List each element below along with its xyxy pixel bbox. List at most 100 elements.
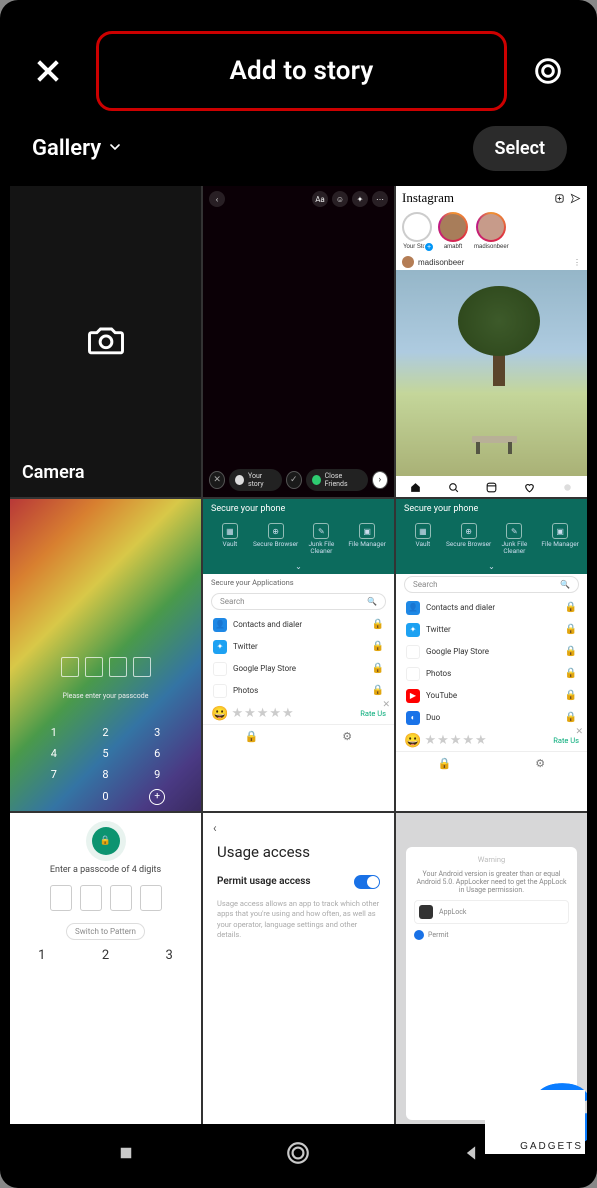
chevron-down-icon bbox=[107, 136, 123, 161]
lock-icon: 🔒 bbox=[92, 827, 120, 855]
sticker-icon: ☺ bbox=[332, 191, 348, 207]
thumbnail-story-editor[interactable]: ‹ Aa ☺ ✦ ⋯ ✕ Your story ✓ Close Friends … bbox=[203, 186, 394, 497]
nav-home-button[interactable] bbox=[275, 1130, 321, 1176]
close-icon: ✕ bbox=[575, 727, 583, 737]
lock-icon: 🔒 bbox=[565, 690, 577, 701]
lock-icon: 🔒 bbox=[565, 624, 577, 635]
post-username: madisonbeer bbox=[418, 258, 464, 267]
gear-icon bbox=[532, 55, 564, 87]
switch-pattern-button: Switch to Pattern bbox=[66, 923, 145, 940]
contacts-icon: 👤 bbox=[213, 618, 227, 632]
new-post-icon bbox=[553, 192, 565, 204]
thumbnail-usage-access[interactable]: ‹ Usage access Permit usage access Usage… bbox=[203, 813, 394, 1124]
avatar bbox=[402, 256, 414, 268]
emoji-icon: 😀 bbox=[211, 706, 228, 722]
globe-icon: ⊕ bbox=[461, 523, 477, 539]
warning-heading: Warning bbox=[414, 855, 569, 864]
sparkle-icon: ✦ bbox=[352, 191, 368, 207]
square-icon bbox=[117, 1144, 135, 1162]
home-icon bbox=[408, 480, 422, 494]
search-icon: 🔍 bbox=[560, 580, 570, 589]
story-your-story: + Your Story bbox=[402, 212, 432, 250]
close-friends-pill: Close Friends bbox=[306, 469, 368, 491]
lock-icon: 🔒 bbox=[372, 663, 384, 674]
globe-icon: ⊕ bbox=[268, 523, 284, 539]
media-grid: Camera ‹ Aa ☺ ✦ ⋯ ✕ Your story ✓ Close F… bbox=[10, 186, 587, 1124]
contacts-icon: 👤 bbox=[406, 601, 420, 615]
vault-icon: ▦ bbox=[222, 523, 238, 539]
story-item: madisonbeer bbox=[474, 212, 509, 250]
lock-icon: 🔒 bbox=[438, 757, 452, 770]
close-icon: ✕ bbox=[382, 700, 390, 710]
heart-icon bbox=[523, 480, 537, 494]
youtube-icon: ▶ bbox=[406, 689, 420, 703]
search-box: Search🔍 bbox=[211, 593, 386, 610]
select-button[interactable]: Select bbox=[473, 126, 567, 171]
close-button[interactable] bbox=[28, 51, 68, 91]
usage-title: Usage access bbox=[207, 839, 390, 865]
search-icon bbox=[446, 480, 460, 494]
chevron-left-icon: ‹ bbox=[209, 191, 225, 207]
post-image bbox=[396, 270, 587, 476]
photos-icon: ✿ bbox=[213, 684, 227, 698]
passcode-prompt: Please enter your passcode bbox=[10, 692, 201, 700]
profile-icon bbox=[561, 480, 575, 494]
broom-icon: ✎ bbox=[506, 523, 522, 539]
star-icon: ★★★★★ bbox=[424, 733, 487, 748]
lock-icon: 🔒 bbox=[565, 712, 577, 723]
camera-label: Camera bbox=[22, 462, 85, 483]
reels-icon bbox=[484, 480, 498, 494]
text-tool-icon: Aa bbox=[312, 191, 328, 207]
camera-icon bbox=[84, 318, 128, 366]
photos-icon: ✿ bbox=[406, 667, 420, 681]
star-icon: ★★★★★ bbox=[231, 706, 294, 721]
play-store-icon: ▶ bbox=[213, 662, 227, 676]
lock-icon: 🔒 bbox=[372, 641, 384, 652]
folder-icon: ▣ bbox=[552, 523, 568, 539]
secure-title: Secure your phone bbox=[396, 499, 587, 519]
search-icon: 🔍 bbox=[367, 597, 377, 606]
usage-description: Usage access allows an app to track whic… bbox=[207, 899, 390, 941]
app-icon bbox=[419, 905, 433, 919]
chevron-down-icon: ⌄ bbox=[203, 562, 394, 574]
more-icon: ⋮ bbox=[573, 258, 581, 267]
plus-icon: + bbox=[149, 789, 165, 805]
folder-icon: ▣ bbox=[359, 523, 375, 539]
play-store-icon: ▶ bbox=[406, 645, 420, 659]
emoji-icon: 😀 bbox=[404, 733, 421, 749]
story-item: amabft bbox=[438, 212, 468, 250]
gear-icon: ⚙ bbox=[342, 730, 352, 743]
circle-icon bbox=[285, 1140, 311, 1166]
close-icon: ✕ bbox=[209, 471, 225, 489]
thumbnail-gradient-passcode[interactable]: Please enter your passcode 123 456 789 0… bbox=[10, 499, 201, 810]
triangle-left-icon bbox=[461, 1143, 481, 1163]
lock-icon: 🔒 bbox=[565, 602, 577, 613]
lock-icon: 🔒 bbox=[565, 646, 577, 657]
close-icon bbox=[32, 55, 64, 87]
thumbnail-instagram-feed[interactable]: Instagram + Your Story amabft bbox=[396, 186, 587, 497]
twitter-icon: ✦ bbox=[406, 623, 420, 637]
page-title: Add to story bbox=[229, 56, 373, 86]
gear-icon: ⚙ bbox=[535, 757, 545, 770]
duo-icon: ◐ bbox=[406, 711, 420, 725]
thumbnail-secure-a[interactable]: Secure your phone ▦Vault ⊕Secure Browser… bbox=[203, 499, 394, 810]
page-title-highlight: Add to story bbox=[96, 31, 507, 111]
instagram-logo: Instagram bbox=[402, 190, 454, 206]
chevron-left-icon: ‹ bbox=[207, 817, 390, 839]
thumbnail-secure-b[interactable]: Secure your phone ▦Vault ⊕Secure Browser… bbox=[396, 499, 587, 810]
gallery-dropdown[interactable]: Gallery bbox=[32, 136, 123, 161]
vault-icon: ▦ bbox=[415, 523, 431, 539]
check-icon: ✓ bbox=[286, 471, 302, 489]
toggle-on-icon bbox=[354, 875, 380, 889]
more-icon: ⋯ bbox=[372, 191, 388, 207]
thumbnail-passcode-white[interactable]: 🔒 Enter a passcode of 4 digits Switch to… bbox=[10, 813, 201, 1124]
search-box: Search🔍 bbox=[404, 576, 579, 593]
nav-recent-button[interactable] bbox=[103, 1130, 149, 1176]
gallery-dropdown-label: Gallery bbox=[32, 136, 101, 161]
chevron-right-icon: › bbox=[372, 471, 388, 489]
twitter-icon: ✦ bbox=[213, 640, 227, 654]
camera-tile[interactable]: Camera bbox=[10, 186, 201, 497]
lock-icon: 🔒 bbox=[565, 668, 577, 679]
settings-button[interactable] bbox=[527, 50, 569, 92]
chevron-down-icon: ⌄ bbox=[396, 562, 587, 574]
